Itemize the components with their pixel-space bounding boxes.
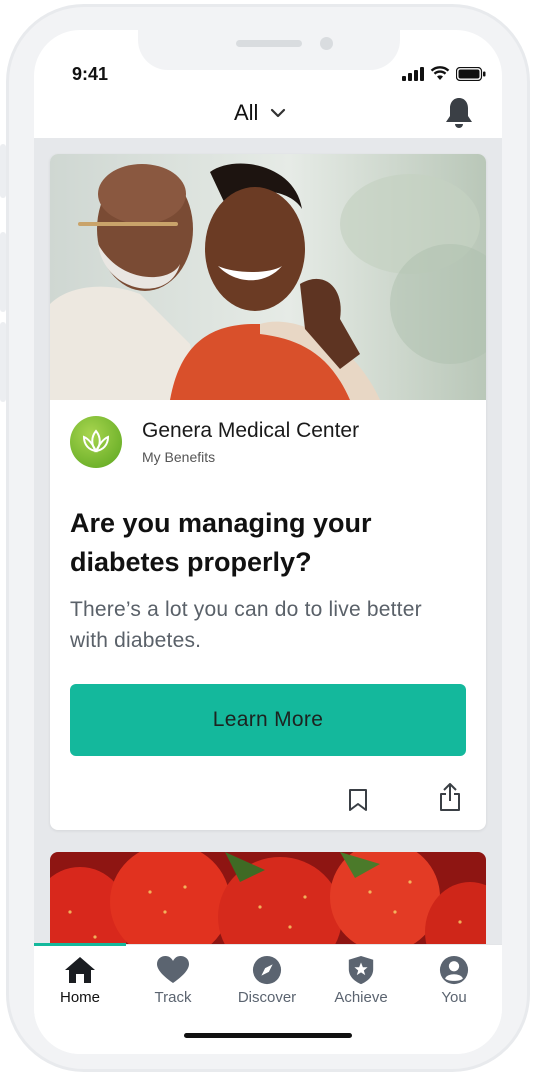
tab-achieve[interactable]: Achieve — [315, 955, 407, 1006]
tab-label-home: Home — [59, 989, 100, 1006]
filter-label: All — [234, 100, 259, 125]
tab-label-achieve: Achieve — [334, 989, 388, 1006]
organization-name: Genera Medical Center — [142, 419, 360, 442]
star-shield-icon — [348, 955, 374, 985]
card-title: Are you managing your diabetes properly? — [70, 508, 372, 577]
compass-icon — [252, 955, 282, 985]
learn-more-button[interactable]: Learn More — [70, 684, 466, 756]
status-time: 9:41 — [72, 64, 109, 84]
side-button — [0, 144, 6, 198]
tab-label-track: Track — [154, 989, 192, 1006]
speaker-grille — [236, 40, 302, 47]
heart-icon — [157, 956, 189, 983]
card-body-text: There’s a lot you can do to live better … — [70, 598, 422, 652]
content-feed[interactable]: Genera Medical Center My Benefits Are yo… — [34, 138, 502, 962]
signal-icon — [402, 66, 424, 81]
organization-subtitle: My Benefits — [142, 449, 216, 465]
home-icon — [65, 957, 95, 983]
bookmark-icon[interactable] — [348, 788, 368, 812]
tab-home[interactable]: Home — [34, 955, 126, 1006]
card-hero-photo — [50, 154, 486, 400]
user-icon — [439, 955, 469, 985]
tab-you[interactable]: You — [408, 955, 500, 1006]
article-card[interactable]: Genera Medical Center My Benefits Are yo… — [50, 154, 486, 830]
side-button — [0, 232, 6, 312]
home-indicator — [184, 1033, 352, 1038]
top-header: All — [34, 92, 502, 138]
share-icon[interactable] — [438, 782, 462, 812]
wifi-icon — [430, 66, 450, 80]
bottom-tab-bar: Home Track Discover Achieve You — [34, 943, 502, 1054]
feed-filter-dropdown[interactable]: All — [234, 100, 286, 126]
battery-icon — [456, 66, 486, 81]
tab-label-discover: Discover — [237, 989, 297, 1006]
organization-row: Genera Medical Center My Benefits — [70, 416, 359, 468]
side-button — [0, 322, 6, 402]
active-tab-indicator — [34, 943, 126, 946]
tab-discover[interactable]: Discover — [221, 955, 313, 1006]
tab-label-you: You — [441, 989, 467, 1006]
bell-icon[interactable] — [444, 96, 474, 130]
organization-logo — [70, 416, 122, 468]
tab-track[interactable]: Track — [127, 955, 219, 1006]
lotus-icon — [82, 429, 110, 453]
front-camera — [320, 37, 333, 50]
app-screen: 9:41 All Genera Medical Center My Benefi… — [34, 30, 502, 1054]
organization-text: Genera Medical Center My Benefits — [142, 419, 359, 465]
device-notch — [138, 24, 400, 70]
status-icons — [402, 66, 486, 81]
chevron-down-icon — [271, 108, 286, 118]
